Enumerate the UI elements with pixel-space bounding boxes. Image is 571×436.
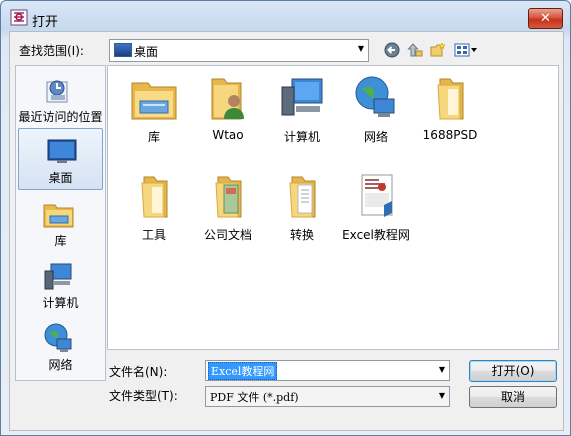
folder-icon [437,78,464,120]
place-label: 库 [54,234,67,248]
filename-value: Excel教程网 [208,362,278,380]
back-icon[interactable] [384,42,400,58]
desktop-icon [114,43,132,57]
item-label: 1688PSD [422,128,478,142]
title-bar[interactable]: 打开 ✕ [1,1,570,31]
list-item-tools[interactable]: 工具 [117,168,191,258]
chevron-down-icon: ▼ [357,44,364,53]
place-label: 计算机 [42,296,79,310]
filename-label: 文件名(N): [109,365,168,379]
lookin-combo[interactable]: 桌面 ▼ [109,39,369,62]
new-folder-icon[interactable] [430,42,446,58]
list-item-1688psd[interactable]: 1688PSD [413,70,487,160]
list-item-libraries[interactable]: 库 [117,70,191,160]
place-computer[interactable]: 计算机 [16,254,105,314]
folder-icon [141,176,168,218]
place-label: 桌面 [48,171,73,185]
filetype-value: PDF 文件 (*.pdf) [210,391,299,404]
item-label: Excel教程网 [342,228,410,242]
open-dialog: 打开 ✕ 查找范围(I): 桌面 ▼ 最近访问的位置 桌面 库 计算机 网络 库… [0,0,571,436]
list-item-convert[interactable]: 转换 [265,168,339,258]
list-item-network[interactable]: 网络 [339,70,413,160]
list-item-computer[interactable]: 计算机 [265,70,339,160]
network-icon [44,323,72,352]
open-button[interactable]: 打开(O) [469,360,557,382]
filename-input[interactable]: Excel教程网 ▼ [205,360,450,381]
libraries-icon [43,204,74,228]
app-icon [10,9,28,26]
place-desktop[interactable]: 桌面 [18,128,103,190]
close-button[interactable]: ✕ [528,8,563,29]
user-folder-icon [211,78,244,120]
network-icon [355,76,395,117]
computer-icon [44,263,72,290]
desktop-icon [47,139,77,163]
place-recent[interactable]: 最近访问的位置 [16,68,105,128]
place-network[interactable]: 网络 [16,316,105,376]
lookin-value: 桌面 [134,45,159,59]
libraries-icon [131,82,177,120]
filetype-select[interactable]: PDF 文件 (*.pdf) ▼ [205,386,450,407]
up-folder-icon[interactable] [407,42,423,58]
cancel-button[interactable]: 取消 [469,386,557,408]
list-item-wtao[interactable]: Wtao [191,70,265,160]
list-item-excel-doc[interactable]: Excel教程网 [339,168,413,258]
place-label: 网络 [48,358,73,372]
lookin-label: 查找范围(I): [19,44,84,58]
computer-icon [281,78,323,116]
view-menu-icon[interactable] [454,42,478,58]
list-item-company-docs[interactable]: 公司文档 [191,168,265,258]
document-icon [361,174,393,217]
filetype-label: 文件类型(T): [109,389,178,403]
place-libraries[interactable]: 库 [16,192,105,252]
places-bar: 最近访问的位置 桌面 库 计算机 网络 [15,65,106,381]
place-label: 最近访问的位置 [18,110,103,124]
chevron-down-icon: ▼ [438,391,445,400]
file-list-view[interactable]: 库 Wtao 计算机 网络 1688PSD 工具 公司文档 转换 Excel教程… [107,65,559,350]
window-title: 打开 [32,15,59,30]
folder-icon [215,176,242,218]
folder-icon [289,176,316,218]
recent-places-icon [46,80,68,103]
chevron-down-icon[interactable]: ▼ [439,365,445,374]
